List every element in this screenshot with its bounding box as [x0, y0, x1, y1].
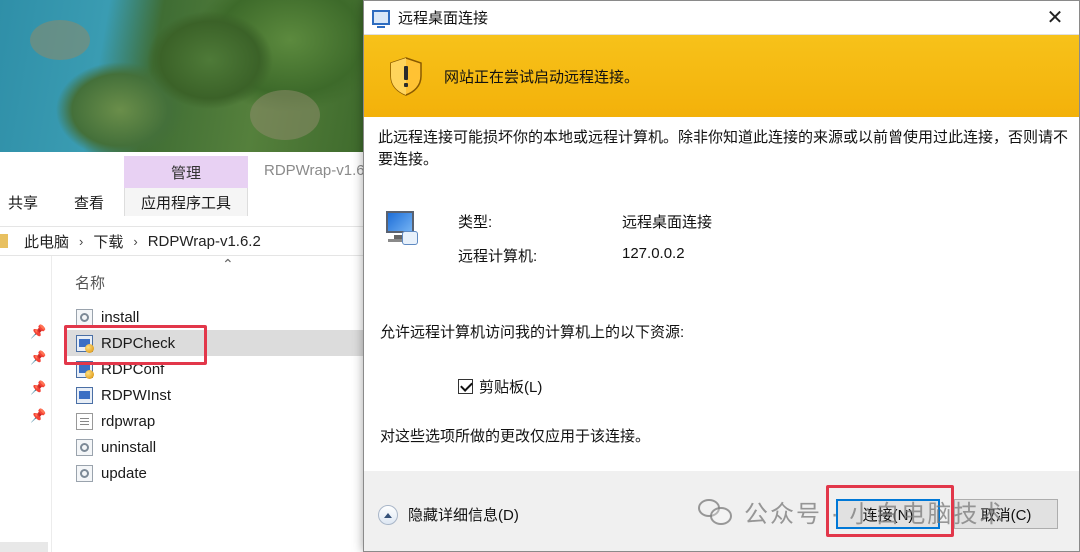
breadcrumb-downloads[interactable]: 下载 [93, 231, 123, 252]
chevron-up-icon[interactable] [378, 504, 398, 525]
window-title: RDPWrap-v1.6 [264, 162, 365, 179]
close-button[interactable]: ✕ [1043, 7, 1067, 29]
hide-details-label[interactable]: 隐藏详细信息(D) [408, 504, 519, 525]
type-label: 类型: [458, 214, 493, 231]
clipboard-label[interactable]: 剪贴板(L) [479, 376, 542, 397]
file-item-rdpwrap[interactable]: rdpwrap [66, 408, 366, 434]
tab-share[interactable]: 共享 [8, 192, 38, 213]
file-name: rdpwrap [101, 412, 156, 430]
resources-section: 允许远程计算机访问我的计算机上的以下资源: 剪贴板(L) 对这些选项所做的更改仅… [364, 297, 1079, 471]
breadcrumb-this-pc[interactable]: 此电脑 [24, 231, 69, 252]
dialog-title: 远程桌面连接 [398, 10, 489, 27]
file-name: RDPWInst [101, 386, 172, 404]
file-item-rdpwinst[interactable]: RDPWInst [66, 382, 366, 408]
desktop-wallpaper [0, 0, 365, 152]
wallpaper-rock [250, 90, 320, 140]
wechat-icon [698, 497, 734, 527]
file-item-uninstall[interactable]: uninstall [66, 434, 366, 460]
manage-tab-group: 管理 应用程序工具 [124, 156, 248, 216]
remote-computer-label: 远程计算机: [458, 248, 538, 265]
file-name: uninstall [101, 438, 157, 456]
breadcrumb-rdpwrap[interactable]: RDPWrap-v1.6.2 [148, 233, 261, 250]
app-icon [76, 386, 93, 404]
nav-scrollbar[interactable] [0, 542, 48, 552]
folder-icon [0, 234, 8, 248]
clipboard-checkbox[interactable] [458, 379, 473, 394]
pin-icon[interactable]: 📌 [30, 350, 46, 366]
settings-file-icon [76, 464, 93, 482]
settings-file-icon [76, 308, 93, 326]
hide-details-toggle[interactable]: 隐藏详细信息(D) [378, 504, 519, 525]
pin-icon[interactable]: 📌 [30, 324, 46, 340]
clipboard-checkbox-row[interactable]: 剪贴板(L) [458, 376, 542, 397]
watermark-text: 公众号 · 小白电脑技术 [744, 501, 1006, 528]
risk-warning-text: 此远程连接可能损坏你的本地或远程计算机。除非你知道此连接的来源或以前曾使用过此连… [378, 129, 1069, 168]
changes-note: 对这些选项所做的更改仅应用于该连接。 [380, 428, 651, 445]
warning-shield-icon [388, 56, 424, 96]
remote-computer-value: 127.0.0.2 [622, 245, 685, 262]
remote-desktop-dialog: 远程桌面连接 ✕ 网站正在尝试启动远程连接。 此远程连接可能损坏你的本地或远程计… [363, 0, 1080, 552]
chevron-right-icon[interactable]: › [133, 234, 137, 249]
chevron-right-icon[interactable]: › [79, 234, 83, 249]
warning-text: 网站正在尝试启动远程连接。 [444, 68, 640, 86]
settings-file-icon [76, 438, 93, 456]
tab-app-tools[interactable]: 应用程序工具 [124, 188, 248, 216]
navigation-pane: 📌 📌 📌 📌 [0, 256, 52, 552]
tab-view[interactable]: 查看 [74, 192, 104, 213]
resources-label: 允许远程计算机访问我的计算机上的以下资源: [380, 324, 685, 341]
remote-computer-icon [382, 209, 420, 249]
dialog-info-section: 此远程连接可能损坏你的本地或远程计算机。除非你知道此连接的来源或以前曾使用过此连… [364, 117, 1079, 297]
pin-icon[interactable]: 📌 [30, 408, 46, 424]
file-name: update [101, 464, 147, 482]
file-name: install [101, 308, 140, 326]
column-header-name[interactable]: 名称 [75, 272, 105, 293]
remote-desktop-icon [372, 10, 390, 28]
wallpaper-rock [30, 20, 90, 60]
warning-banner: 网站正在尝试启动远程连接。 [364, 35, 1079, 117]
type-value: 远程桌面连接 [622, 214, 713, 231]
wechat-watermark: 公众号 · 小白电脑技术 [698, 494, 1005, 529]
rdpcheck-highlight-box [64, 325, 207, 365]
sort-up-icon[interactable]: ⌃ [222, 256, 234, 273]
file-item-update[interactable]: update [66, 460, 366, 486]
dialog-titlebar[interactable]: 远程桌面连接 ✕ [364, 1, 1079, 35]
manage-header[interactable]: 管理 [124, 156, 248, 188]
pin-icon[interactable]: 📌 [30, 380, 46, 396]
document-icon [76, 412, 93, 430]
